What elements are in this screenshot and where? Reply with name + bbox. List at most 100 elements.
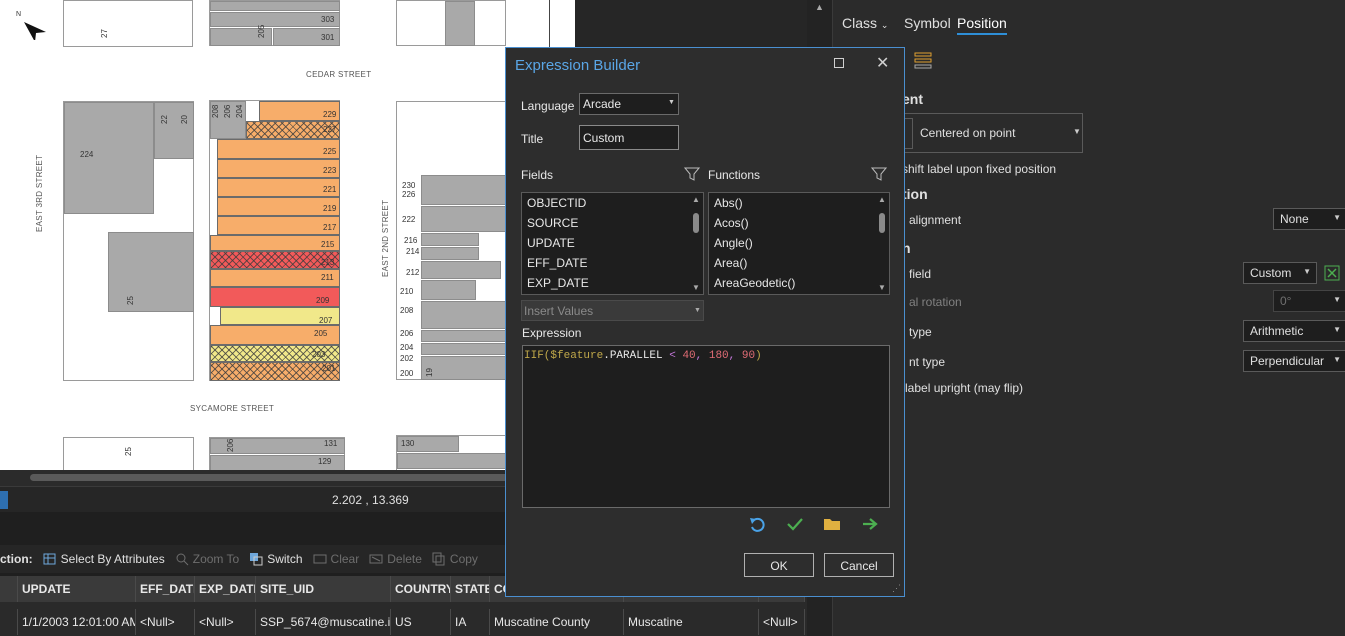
scrollbar-thumb[interactable] <box>30 474 510 481</box>
chevron-down-icon: ▼ <box>1333 325 1341 334</box>
functions-list[interactable]: Abs() Acos() Angle() Area() AreaGeodetic… <box>708 192 890 295</box>
list-item[interactable]: SOURCE <box>522 213 703 233</box>
table-row[interactable]: 1/1/2003 12:01:00 AM <Null> <Null> SSP_5… <box>0 609 805 635</box>
delete-label: Delete <box>387 552 422 566</box>
column-header[interactable]: STATE <box>451 576 490 602</box>
column-header[interactable]: EXP_DATE <box>195 576 256 602</box>
expression-editor[interactable]: IIF($feature.PARALLEL < 40, 180, 90) <box>522 345 890 508</box>
alignment-label: alignment <box>909 213 962 227</box>
fields-list[interactable]: OBJECTID SOURCE UPDATE EFF_DATE EXP_DATE… <box>521 192 704 295</box>
tab-position[interactable]: Position <box>957 15 1007 35</box>
additional-rotation-label: al rotation <box>909 295 962 309</box>
parcel-number: 206 <box>226 438 235 452</box>
maximize-icon[interactable] <box>834 58 844 68</box>
expression-button-icon[interactable] <box>1324 265 1340 281</box>
table-cell[interactable]: Muscatine County <box>490 609 624 635</box>
chevron-down-icon[interactable]: ▼ <box>878 283 886 292</box>
scroll-up-icon[interactable]: ▲ <box>815 2 824 12</box>
scrollbar-thumb[interactable] <box>693 213 699 233</box>
copy-button[interactable]: Copy <box>432 552 478 566</box>
additional-rotation-dropdown[interactable]: 0° ▼ <box>1273 290 1345 312</box>
list-item[interactable]: UPDATE <box>522 233 703 253</box>
table-cell[interactable]: SSP_5674@muscatine.i... <box>256 609 391 635</box>
parcel-number: 130 <box>401 439 415 448</box>
map-horizontal-scrollbar[interactable] <box>0 470 575 486</box>
chevron-down-icon[interactable]: ▼ <box>692 283 700 292</box>
parcel-number: 301 <box>321 33 335 42</box>
parcel-number: 211 <box>321 273 334 282</box>
map-block <box>63 0 193 47</box>
tab-class[interactable]: Class ⌄ <box>842 15 888 31</box>
rotation-type-dropdown[interactable]: Arithmetic ▼ <box>1243 320 1345 342</box>
table-cell[interactable]: 1/1/2003 12:01:00 AM <box>18 609 136 635</box>
tab-symbol[interactable]: Symbol <box>904 15 951 31</box>
rotation-type-label: type <box>909 325 932 339</box>
fields-label: Fields <box>521 168 554 182</box>
alignment-type-dropdown[interactable]: Perpendicular ▼ <box>1243 350 1345 372</box>
cancel-button[interactable]: Cancel <box>824 553 894 577</box>
delete-icon <box>369 554 383 564</box>
ok-button[interactable]: OK <box>744 553 814 577</box>
parcel-number: 208 <box>400 306 414 315</box>
list-item[interactable]: Area() <box>709 253 889 273</box>
column-header[interactable]: UPDATE <box>18 576 136 602</box>
scrollbar-thumb[interactable] <box>879 213 885 233</box>
resize-grip-icon[interactable]: ⋰ <box>892 583 901 594</box>
switch-button[interactable]: Switch <box>249 552 303 566</box>
table-cell[interactable]: Muscatine <box>624 609 759 635</box>
parcel-number: 215 <box>321 240 335 249</box>
dialog-title: Expression Builder <box>515 57 641 74</box>
column-header[interactable]: SITE_UID <box>256 576 391 602</box>
list-item[interactable]: Acos() <box>709 213 889 233</box>
table-cell[interactable]: <Null> <box>759 609 805 635</box>
undo-icon[interactable] <box>748 515 766 533</box>
table-cell[interactable]: US <box>391 609 451 635</box>
close-icon[interactable]: ✕ <box>876 53 889 73</box>
map-view[interactable]: N 27 303 301 205 CEDAR STREET SYCAMORE S… <box>0 0 575 470</box>
table-cell[interactable]: <Null> <box>136 609 195 635</box>
zoom-to-button[interactable]: Zoom To <box>175 552 239 566</box>
chevron-up-icon[interactable]: ▲ <box>878 195 886 204</box>
shift-label-checkbox-label[interactable]: shift label upon fixed position <box>902 162 1056 176</box>
list-item[interactable]: AreaGeodetic() <box>709 273 889 293</box>
language-dropdown[interactable]: Arcade ▼ <box>579 93 679 115</box>
clear-button[interactable]: Clear <box>313 552 359 566</box>
keep-upright-checkbox-label[interactable]: label upright (may flip) <box>905 381 1023 395</box>
parcel-number: 25 <box>124 447 133 456</box>
column-header[interactable]: COUNTRY <box>391 576 451 602</box>
fields-scrollbar[interactable]: ▲ ▼ <box>691 195 701 292</box>
rotation-field-dropdown[interactable]: Custom ▼ <box>1243 262 1317 284</box>
parcel-number: 22 <box>160 115 169 124</box>
alignment-dropdown[interactable]: None ▼ <box>1273 208 1345 230</box>
select-by-attributes-button[interactable]: Select By Attributes <box>43 552 165 566</box>
insert-values-dropdown[interactable]: Insert Values ▼ <box>521 300 704 321</box>
copy-icon <box>432 552 445 566</box>
table-cell[interactable]: IA <box>451 609 490 635</box>
delete-button[interactable]: Delete <box>369 552 422 566</box>
list-item[interactable]: Angle() <box>709 233 889 253</box>
list-item[interactable]: OBJECTID <box>522 193 703 213</box>
title-input[interactable]: Custom <box>579 125 679 150</box>
chevron-up-icon[interactable]: ▲ <box>692 195 700 204</box>
column-header[interactable]: EFF_DATE <box>136 576 195 602</box>
table-cell[interactable]: <Null> <box>195 609 256 635</box>
switch-label: Switch <box>267 552 303 566</box>
open-folder-icon[interactable] <box>823 515 841 533</box>
svg-text:N: N <box>16 11 21 18</box>
functions-scrollbar[interactable]: ▲ ▼ <box>877 195 887 292</box>
list-item[interactable]: EXP_DATE <box>522 273 703 293</box>
list-item[interactable]: EFF_DATE <box>522 253 703 273</box>
verify-checkmark-icon[interactable] <box>786 515 804 533</box>
run-arrow-icon[interactable] <box>861 515 879 533</box>
row-selector[interactable] <box>0 609 18 635</box>
parcel-number: 222 <box>402 215 416 224</box>
language-label: Language <box>521 99 575 113</box>
placement-dropdown[interactable]: Centered on point ▼ <box>902 113 1083 153</box>
status-selection-indicator[interactable] <box>0 491 8 509</box>
filter-icon[interactable] <box>871 166 887 182</box>
filter-icon[interactable] <box>684 166 700 182</box>
parcel-number: 131 <box>324 439 338 448</box>
parcel-number: 213 <box>321 258 335 267</box>
position-options-icon[interactable] <box>913 50 933 70</box>
list-item[interactable]: Abs() <box>709 193 889 213</box>
